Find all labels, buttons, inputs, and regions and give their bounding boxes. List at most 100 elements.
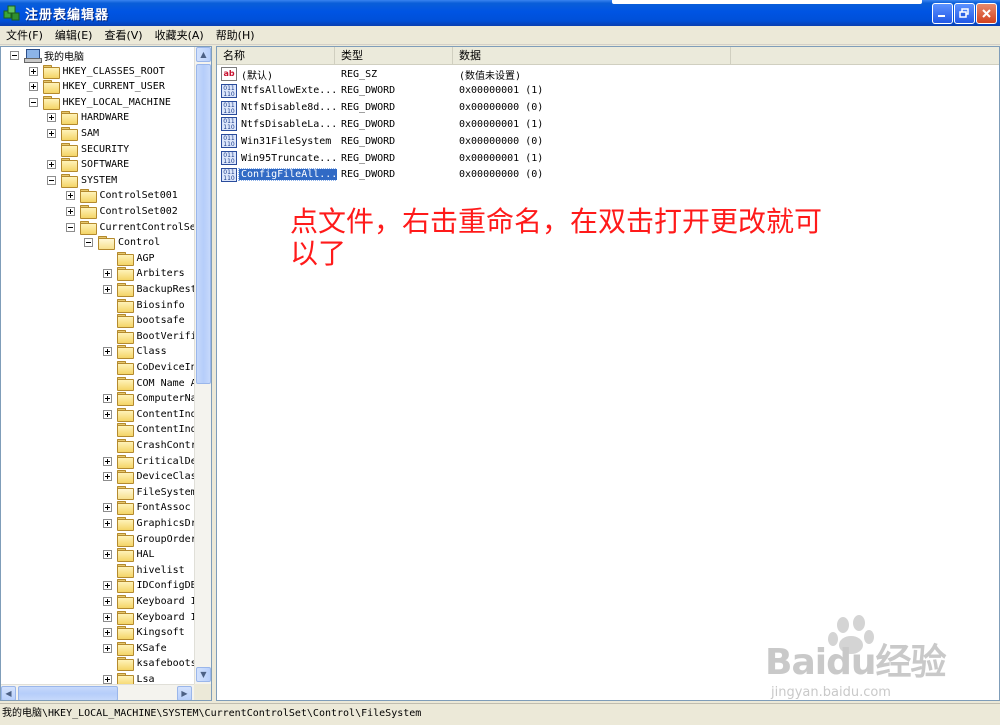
tree-node[interactable]: Class	[102, 344, 168, 360]
column-header-name[interactable]: 名称	[217, 47, 335, 65]
tree-node[interactable]: FontAssoc	[102, 500, 192, 516]
expand-plus-icon[interactable]	[102, 285, 112, 294]
scroll-up-arrow-icon[interactable]: ▲	[196, 47, 211, 62]
tree-node[interactable]: HARDWARE	[47, 110, 130, 126]
minimize-button[interactable]	[932, 3, 953, 24]
tree-node[interactable]: HKEY_CLASSES_ROOT	[28, 64, 166, 79]
tree-node[interactable]: hivelist	[103, 563, 186, 578]
expand-plus-icon[interactable]	[28, 82, 38, 92]
value-row[interactable]: 011 110 NtfsDisable8d... REG_DWORD 0x000000…	[217, 100, 999, 116]
expand-plus-icon[interactable]	[102, 581, 112, 591]
column-header-data[interactable]: 数据	[453, 47, 731, 65]
value-name-cell[interactable]: 011 110 NtfsAllowExte...	[217, 83, 337, 98]
value-row[interactable]: ab (默认) REG_SZ (数值未设置)	[217, 66, 999, 82]
tree-node[interactable]: ComputerNa	[102, 391, 194, 407]
regedit-app-icon[interactable]	[3, 4, 21, 22]
value-name-cell[interactable]: 011 110 Win31FileSystem	[217, 134, 337, 149]
expand-plus-icon[interactable]	[102, 503, 112, 513]
tree-node[interactable]: HAL	[102, 547, 156, 563]
tree-node[interactable]: Control	[84, 235, 161, 251]
menu-favorites[interactable]: 收藏夹(A)	[149, 26, 210, 45]
tree-node[interactable]: ContentInd	[103, 422, 194, 438]
menu-help[interactable]: 帮助(H)	[210, 26, 261, 45]
collapse-minus-icon[interactable]	[65, 222, 75, 232]
value-row[interactable]: 011 110 ConfigFileAll... REG_DWORD 0x000000…	[217, 167, 999, 183]
expand-plus-icon[interactable]	[102, 519, 112, 528]
tree-node[interactable]: 我的电脑	[10, 48, 85, 63]
tree-node[interactable]: CurrentControlSe	[65, 220, 194, 235]
value-name-cell[interactable]: 011 110 ConfigFileAll...	[217, 167, 337, 182]
collapse-minus-icon[interactable]	[10, 51, 19, 60]
close-button[interactable]	[976, 3, 997, 24]
values-list-pane[interactable]: 名称 类型 数据 ab (默认) REG_SZ (数值未设置) 011 110 NtfsA…	[216, 46, 1000, 701]
tree-node[interactable]: Arbiters	[102, 266, 186, 282]
tree-node[interactable]: SAM	[47, 126, 100, 141]
value-name-cell[interactable]: 011 110 NtfsDisableLa...	[217, 117, 337, 132]
collapse-minus-icon[interactable]	[47, 175, 56, 185]
tree-vertical-scrollbar[interactable]: ▲ ▼	[194, 47, 211, 684]
expand-plus-icon[interactable]	[102, 550, 112, 560]
scroll-down-arrow-icon[interactable]: ▼	[196, 667, 211, 682]
expand-plus-icon[interactable]	[47, 113, 56, 123]
value-row[interactable]: 011 110 NtfsAllowExte... REG_DWORD 0x000000…	[217, 83, 999, 99]
tree-node[interactable]: SECURITY	[47, 142, 130, 157]
tree-hscroll-thumb[interactable]	[18, 686, 118, 700]
scroll-left-arrow-icon[interactable]: ◀	[1, 686, 16, 700]
expand-plus-icon[interactable]	[102, 472, 112, 482]
expand-plus-icon[interactable]	[102, 409, 112, 419]
expand-plus-icon[interactable]	[102, 643, 112, 653]
expand-plus-icon[interactable]	[102, 628, 112, 638]
expand-plus-icon[interactable]	[65, 191, 75, 201]
tree-node[interactable]: IDConfigDB	[102, 578, 194, 594]
scroll-right-arrow-icon[interactable]: ▶	[177, 686, 192, 700]
tree-node[interactable]: ControlSet001	[65, 188, 179, 204]
tree-node[interactable]: SYSTEM	[47, 173, 118, 188]
tree-node[interactable]: GroupOrder	[103, 532, 194, 547]
tree-node[interactable]: Keyboard I	[102, 594, 194, 609]
expand-plus-icon[interactable]	[102, 456, 112, 466]
menu-edit[interactable]: 编辑(E)	[49, 26, 99, 45]
expand-plus-icon[interactable]	[47, 129, 56, 138]
tree-node[interactable]: FileSystem	[103, 485, 194, 500]
value-row[interactable]: 011 110 Win95Truncate... REG_DWORD 0x000000…	[217, 150, 999, 166]
tree-node[interactable]: SOFTWARE	[47, 157, 130, 173]
expand-plus-icon[interactable]	[102, 675, 112, 684]
tree-node[interactable]: AGP	[103, 251, 156, 266]
tree-node[interactable]: BackupRest	[102, 282, 194, 297]
tree-node[interactable]: HKEY_CURRENT_USER	[28, 79, 166, 95]
tree-node[interactable]: BootVerifi	[103, 329, 194, 344]
tree-node[interactable]: Biosinfo	[103, 298, 186, 313]
expand-plus-icon[interactable]	[102, 269, 112, 279]
tree-node[interactable]: Lsa	[102, 672, 156, 684]
tree-vscroll-thumb[interactable]	[196, 64, 211, 384]
value-name-cell[interactable]: 011 110 NtfsDisable8d...	[217, 100, 337, 115]
tree-node[interactable]: CriticalDe	[102, 454, 194, 469]
registry-tree-pane[interactable]: 我的电脑 HKEY_CLASSES_ROOT HKEY_CURRENT_USER HK…	[0, 46, 212, 701]
tree-node[interactable]: COM Name A	[103, 376, 194, 391]
restore-button[interactable]	[954, 3, 975, 24]
expand-plus-icon[interactable]	[102, 612, 112, 622]
value-row[interactable]: 011 110 NtfsDisableLa... REG_DWORD 0x000000…	[217, 116, 999, 132]
tree-node[interactable]: ksafeboots	[103, 656, 194, 672]
expand-plus-icon[interactable]	[102, 597, 112, 606]
tree-node[interactable]: ContentInd	[102, 407, 194, 422]
expand-plus-icon[interactable]	[65, 207, 75, 216]
tree-node[interactable]: CoDeviceIn	[103, 360, 194, 375]
tree-node[interactable]: Keyboard I	[102, 610, 194, 625]
tree-node[interactable]: KSafe	[102, 641, 168, 656]
collapse-minus-icon[interactable]	[28, 97, 38, 107]
tree-node[interactable]: bootsafe	[103, 313, 186, 329]
tree-node[interactable]: Kingsoft	[102, 625, 186, 641]
tree-node[interactable]: HKEY_LOCAL_MACHINE	[28, 95, 172, 110]
tree-node[interactable]: DeviceClas	[102, 469, 194, 485]
tree-horizontal-scrollbar[interactable]: ◀ ▶	[1, 684, 194, 700]
expand-plus-icon[interactable]	[102, 347, 112, 357]
menu-view[interactable]: 查看(V)	[98, 26, 148, 45]
value-row[interactable]: 011 110 Win31FileSystem REG_DWORD 0x0000000…	[217, 133, 999, 149]
tree-node[interactable]: GraphicsDr	[102, 516, 194, 531]
expand-plus-icon[interactable]	[102, 394, 112, 404]
column-header-type[interactable]: 类型	[335, 47, 453, 65]
tree-node[interactable]: CrashContr	[103, 438, 194, 453]
expand-plus-icon[interactable]	[28, 66, 38, 76]
collapse-minus-icon[interactable]	[84, 238, 93, 248]
